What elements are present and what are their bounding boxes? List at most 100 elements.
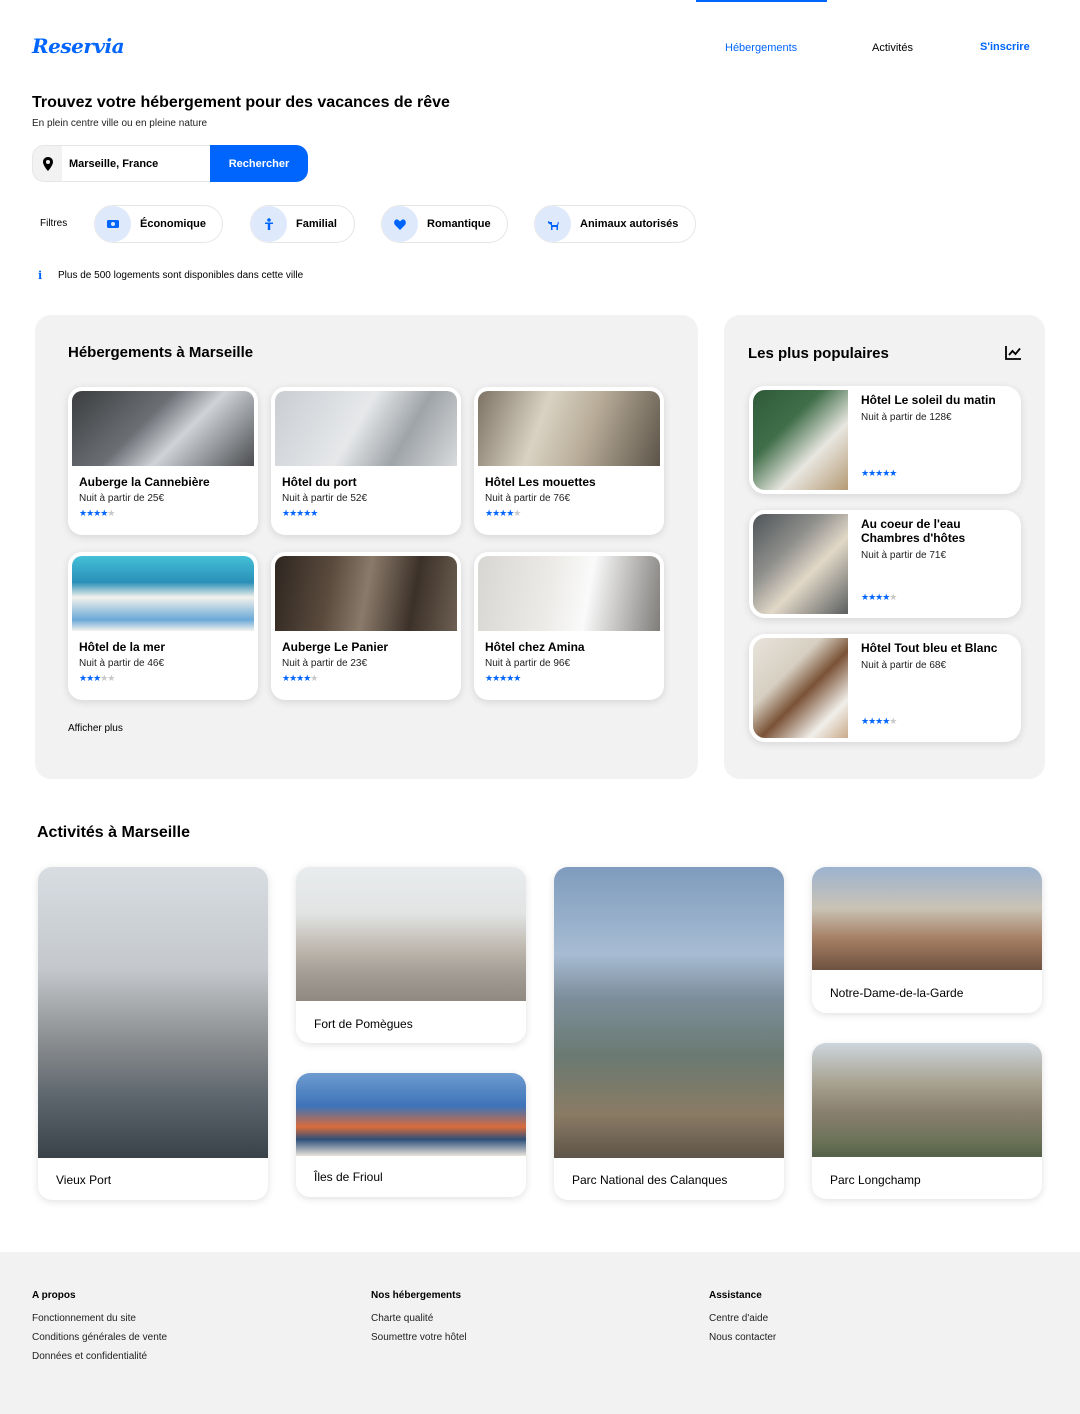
- hotel-price: Nuit à partir de 46€: [79, 658, 165, 669]
- filter-animaux[interactable]: Animaux autorisés: [534, 205, 696, 243]
- hotel-card[interactable]: Hôtel de la mer Nuit à partir de 46€ ★★★…: [68, 552, 258, 700]
- location-pin-icon: [32, 145, 62, 182]
- rating-stars: ★★★★★: [861, 592, 897, 602]
- hotel-image: [478, 391, 660, 466]
- filters-label: Filtres: [40, 218, 68, 229]
- activity-card[interactable]: Parc National des Calanques: [554, 867, 784, 1200]
- footer-link[interactable]: Fonctionnement du site: [32, 1313, 167, 1324]
- signup-link[interactable]: S'inscrire: [980, 41, 1030, 53]
- activities-title: Activités à Marseille: [37, 824, 190, 841]
- footer-heading: Nos hébergements: [371, 1290, 462, 1301]
- nav-activites[interactable]: Activités: [872, 42, 913, 54]
- filter-label: Animaux autorisés: [580, 218, 679, 230]
- nav-hebergements[interactable]: Hébergements: [725, 42, 797, 54]
- rating-stars: ★★★★★: [79, 508, 115, 518]
- hotel-price: Nuit à partir de 23€: [282, 658, 368, 669]
- hotel-card[interactable]: Hôtel chez Amina Nuit à partir de 96€ ★★…: [474, 552, 664, 700]
- hotel-price: Nuit à partir de 128€: [861, 412, 952, 423]
- heart-icon: [382, 206, 418, 242]
- activity-card[interactable]: Vieux Port: [38, 867, 268, 1200]
- accommodations-title: Hébergements à Marseille: [68, 344, 254, 361]
- footer-heading: A propos: [32, 1290, 76, 1301]
- activity-card[interactable]: Îles de Frioul: [296, 1073, 526, 1197]
- activity-name: Notre-Dame-de-la-Garde: [830, 986, 964, 1000]
- activity-image: [38, 867, 268, 1158]
- footer-link[interactable]: Charte qualité: [371, 1313, 467, 1324]
- search-input[interactable]: [62, 145, 210, 182]
- activity-name: Îles de Frioul: [314, 1170, 383, 1184]
- hotel-name: Hôtel de la mer: [79, 640, 166, 654]
- hotel-image: [72, 556, 254, 631]
- page-title: Trouvez votre hébergement pour des vacan…: [32, 94, 450, 111]
- hotel-name: Hôtel chez Amina: [485, 640, 585, 654]
- money-icon: [95, 206, 131, 242]
- hotel-card[interactable]: Auberge Le Panier Nuit à partir de 23€ ★…: [271, 552, 461, 700]
- trending-chart-icon: [1005, 345, 1022, 365]
- hotel-name: Auberge Le Panier: [282, 640, 389, 654]
- hotel-image: [275, 391, 457, 466]
- header: Reservia Hébergements Activités S'inscri…: [0, 0, 1080, 90]
- filter-label: Romantique: [427, 218, 491, 230]
- footer-column-about: A propos Fonctionnement du site Conditio…: [32, 1290, 167, 1370]
- accommodations-panel: [35, 315, 698, 779]
- rating-stars: ★★★★★: [485, 508, 521, 518]
- hotel-price: Nuit à partir de 68€: [861, 660, 947, 671]
- hotel-image: [753, 638, 848, 738]
- hotel-card[interactable]: Auberge la Cannebière Nuit à partir de 2…: [68, 387, 258, 535]
- hotel-price: Nuit à partir de 71€: [861, 550, 947, 561]
- filter-label: Familial: [296, 218, 337, 230]
- hotel-image: [753, 390, 848, 490]
- activity-card[interactable]: Notre-Dame-de-la-Garde: [812, 867, 1042, 1013]
- hotel-card[interactable]: Hôtel du port Nuit à partir de 52€ ★★★★★: [271, 387, 461, 535]
- activity-name: Parc National des Calanques: [572, 1173, 728, 1187]
- info-icon: i: [38, 269, 43, 282]
- activity-card[interactable]: Fort de Pomègues: [296, 867, 526, 1043]
- info-text: Plus de 500 logements sont disponibles d…: [58, 270, 304, 281]
- hotel-name: Hôtel du port: [282, 475, 357, 489]
- popular-title: Les plus populaires: [748, 345, 889, 362]
- filter-familial[interactable]: Familial: [250, 205, 355, 243]
- hotel-name: Au coeur de l'eau Chambres d'hôtes: [861, 517, 966, 545]
- footer-link[interactable]: Données et confidentialité: [32, 1351, 167, 1362]
- rating-stars: ★★★★★: [282, 673, 318, 683]
- footer-link[interactable]: Soumettre votre hôtel: [371, 1332, 467, 1343]
- hotel-name: Auberge la Cannebière: [79, 475, 210, 489]
- filter-romantique[interactable]: Romantique: [381, 205, 508, 243]
- logo[interactable]: Reservia: [32, 34, 125, 58]
- footer-column-hebergements: Nos hébergements Charte qualité Soumettr…: [371, 1290, 467, 1351]
- hotel-price: Nuit à partir de 76€: [485, 493, 571, 504]
- nav-active-indicator: [696, 0, 827, 2]
- hotel-name: Hôtel Le soleil du matin: [861, 393, 996, 407]
- footer-link[interactable]: Centre d'aide: [709, 1313, 776, 1324]
- activity-image: [812, 867, 1042, 970]
- activity-image: [812, 1043, 1042, 1157]
- activity-image: [554, 867, 784, 1158]
- show-more-link[interactable]: Afficher plus: [68, 723, 123, 734]
- rating-stars: ★★★★★: [282, 508, 318, 518]
- filter-economique[interactable]: Économique: [94, 205, 223, 243]
- footer-link[interactable]: Conditions générales de vente: [32, 1332, 167, 1343]
- hotel-image: [72, 391, 254, 466]
- footer: A propos Fonctionnement du site Conditio…: [0, 1252, 1080, 1414]
- hotel-image: [275, 556, 457, 631]
- hotel-card[interactable]: Hôtel Les mouettes Nuit à partir de 76€ …: [474, 387, 664, 535]
- filter-label: Économique: [140, 218, 207, 230]
- popular-card[interactable]: Hôtel Le soleil du matin Nuit à partir d…: [749, 386, 1021, 494]
- rating-stars: ★★★★★: [861, 468, 897, 478]
- hotel-image: [753, 514, 848, 614]
- dog-icon: [535, 206, 571, 242]
- footer-heading: Assistance: [709, 1290, 762, 1301]
- page-subtitle: En plein centre ville ou en pleine natur…: [32, 118, 208, 129]
- popular-card[interactable]: Hôtel Tout bleu et Blanc Nuit à partir d…: [749, 634, 1021, 742]
- info-message: i Plus de 500 logements sont disponibles…: [38, 269, 303, 282]
- hotel-price: Nuit à partir de 25€: [79, 493, 165, 504]
- activity-name: Parc Longchamp: [830, 1173, 921, 1187]
- activity-name: Vieux Port: [56, 1173, 112, 1187]
- search-button[interactable]: Rechercher: [210, 145, 308, 182]
- activity-name: Fort de Pomègues: [314, 1017, 413, 1031]
- footer-link[interactable]: Nous contacter: [709, 1332, 776, 1343]
- activity-card[interactable]: Parc Longchamp: [812, 1043, 1042, 1199]
- footer-column-assistance: Assistance Centre d'aide Nous contacter: [709, 1290, 776, 1351]
- search-bar: Rechercher: [32, 145, 308, 182]
- popular-card[interactable]: Au coeur de l'eau Chambres d'hôtes Nuit …: [749, 510, 1021, 618]
